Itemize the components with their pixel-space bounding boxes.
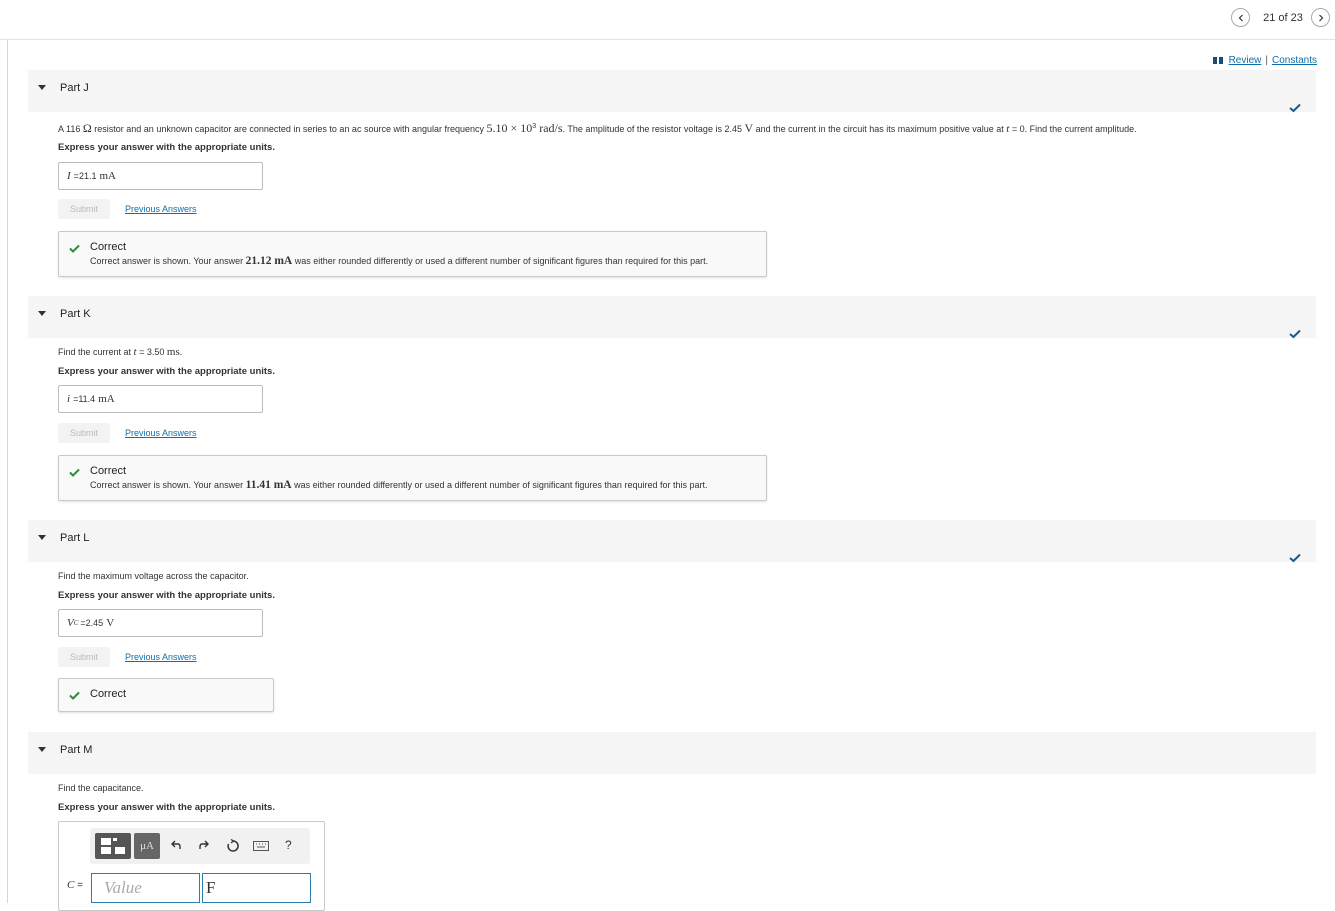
math-toolbar: μA ?	[90, 828, 310, 864]
answer-field: I = 21.1 mA	[58, 162, 263, 190]
part-title: Part L	[60, 532, 90, 544]
answer-editor: μA ? C = Value F	[58, 821, 325, 911]
caret-down-icon	[38, 311, 46, 316]
question-text: Find the current at t = 3.50 ms.	[58, 346, 183, 358]
submit-button[interactable]: Submit	[58, 423, 110, 443]
links-separator: |	[1265, 55, 1268, 66]
previous-answers-link[interactable]: Previous Answers	[125, 204, 197, 214]
caret-down-icon	[38, 85, 46, 90]
part-j-header[interactable]: Part J	[28, 70, 1316, 112]
constants-link[interactable]: Constants	[1272, 55, 1317, 66]
submit-button[interactable]: Submit	[58, 647, 110, 667]
correct-check-icon	[69, 244, 80, 253]
redo-button[interactable]	[198, 839, 210, 851]
caret-down-icon	[38, 747, 46, 752]
chevron-left-icon	[1238, 14, 1243, 21]
feedback-title: Correct	[90, 688, 127, 700]
question-text: A 116 Ω resistor and an unknown capacito…	[58, 121, 1137, 135]
feedback-detail: Correct answer is shown. Your answer 21.…	[90, 255, 709, 267]
undo-icon	[171, 840, 181, 849]
keyboard-button[interactable]	[253, 841, 269, 851]
unit-input[interactable]: F	[202, 873, 311, 903]
templates-button[interactable]	[95, 833, 131, 859]
feedback-title: Correct	[90, 465, 127, 477]
previous-answers-link[interactable]: Previous Answers	[125, 428, 197, 438]
reset-button[interactable]	[226, 839, 240, 853]
part-title: Part J	[60, 82, 89, 94]
answer-field: VC = 2.45 V	[58, 609, 263, 637]
templates-icon	[101, 838, 125, 854]
part-k-header[interactable]: Part K	[28, 296, 1316, 338]
units-button[interactable]: μA	[134, 833, 160, 859]
top-navigation-bar: 21 of 23	[0, 0, 1335, 40]
part-title: Part K	[60, 308, 91, 320]
question-text: Find the capacitance.	[58, 783, 144, 793]
instruction-text: Express your answer with the appropriate…	[58, 366, 275, 377]
keyboard-icon	[253, 841, 269, 851]
redo-icon	[199, 840, 209, 849]
answer-field: i = 11.4 mA	[58, 385, 263, 413]
feedback-box: Correct Correct answer is shown. Your an…	[58, 455, 767, 501]
value-input[interactable]: Value	[91, 873, 200, 903]
feedback-box: Correct Correct answer is shown. Your an…	[58, 231, 767, 277]
question-text: Find the maximum voltage across the capa…	[58, 571, 249, 581]
previous-item-button[interactable]	[1231, 8, 1250, 27]
instruction-text: Express your answer with the appropriate…	[58, 590, 275, 601]
resource-links: Review | Constants	[1212, 55, 1317, 66]
part-title: Part M	[60, 744, 93, 756]
submit-button[interactable]: Submit	[58, 199, 110, 219]
check-icon	[1289, 329, 1301, 339]
feedback-box: Correct	[58, 678, 274, 712]
undo-button[interactable]	[170, 839, 182, 851]
caret-down-icon	[38, 535, 46, 540]
chevron-right-icon	[1318, 14, 1323, 21]
instruction-text: Express your answer with the appropriate…	[58, 142, 275, 153]
correct-check-icon	[69, 691, 80, 700]
help-button[interactable]: ?	[285, 838, 292, 852]
feedback-detail: Correct answer is shown. Your answer 11.…	[90, 479, 708, 491]
content-left-border	[7, 39, 8, 903]
check-icon	[1289, 103, 1301, 113]
reset-icon	[227, 839, 239, 852]
instruction-text: Express your answer with the appropriate…	[58, 802, 275, 813]
correct-check-icon	[69, 468, 80, 477]
item-counter: 21 of 23	[1263, 12, 1303, 24]
part-l-header[interactable]: Part L	[28, 520, 1316, 562]
part-m-header[interactable]: Part M	[28, 732, 1316, 774]
check-icon	[1289, 553, 1301, 563]
feedback-title: Correct	[90, 241, 127, 253]
review-link[interactable]: Review	[1229, 55, 1262, 66]
previous-answers-link[interactable]: Previous Answers	[125, 652, 197, 662]
book-icon	[1212, 57, 1223, 64]
capacitance-label: C =	[67, 879, 83, 891]
next-item-button[interactable]	[1311, 8, 1330, 27]
